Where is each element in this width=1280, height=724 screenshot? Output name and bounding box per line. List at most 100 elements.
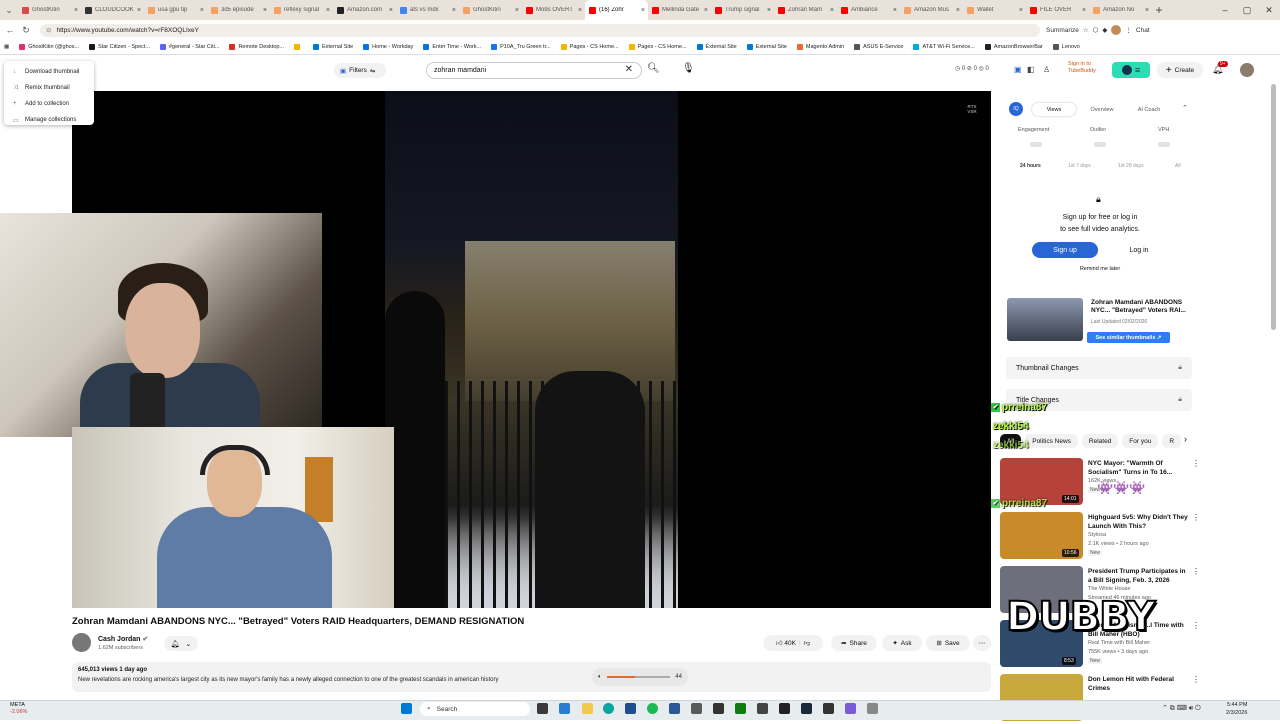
- browser-tab[interactable]: ats vs mdx ×: [396, 0, 459, 20]
- see-similar-thumbnails-button[interactable]: See similar thumbnails ↗: [1087, 332, 1170, 343]
- bookmark-item[interactable]: Remote Desktop...: [229, 44, 284, 50]
- thumbs-down-icon[interactable]: 👎︎: [804, 639, 811, 647]
- browser-tab[interactable]: FILE OVER ×: [1026, 0, 1089, 20]
- bookmark-item[interactable]: Star Citizen - Spect...: [89, 44, 150, 50]
- filters-button[interactable]: ▣ Filters ⇋: [334, 63, 386, 78]
- xbox-icon[interactable]: [735, 703, 746, 714]
- tab-close-icon[interactable]: ×: [200, 7, 204, 14]
- volume-slider[interactable]: [606, 676, 671, 678]
- browser-tab[interactable]: reflexy signal ×: [270, 0, 333, 20]
- browser-tab[interactable]: Amazon Mus ×: [900, 0, 963, 20]
- bookmark-item[interactable]: Pages - CS Home...: [628, 44, 687, 50]
- related-video-channel[interactable]: The White House: [1088, 586, 1131, 592]
- summarize-button[interactable]: Summarize: [1046, 27, 1079, 34]
- browser-tab[interactable]: Amazon No ×: [1089, 0, 1152, 20]
- bookmark-item[interactable]: ASUS E-Service: [854, 44, 903, 50]
- browser-tab[interactable]: Trump signal ×: [711, 0, 774, 20]
- bookmark-item[interactable]: Enter Time - Work...: [423, 44, 481, 50]
- site-info-icon[interactable]: ⊙: [46, 26, 51, 34]
- app-icon[interactable]: [757, 703, 768, 714]
- windows-start-icon[interactable]: [401, 703, 412, 714]
- tab-close-icon[interactable]: ×: [326, 7, 330, 14]
- bookmark-item[interactable]: AmazonBrowserBar: [984, 44, 1043, 50]
- bookmark-item[interactable]: #general - Star Citi...: [160, 44, 219, 50]
- app-icon[interactable]: [691, 703, 702, 714]
- bookmark-item[interactable]: [293, 44, 303, 50]
- trophy-icon[interactable]: ♙: [1043, 65, 1050, 74]
- bookmark-item[interactable]: External Site: [746, 44, 787, 50]
- notifications-icon[interactable]: 🔔︎ 9+: [1212, 61, 1228, 75]
- browser-tab[interactable]: GhostKitin ×: [459, 0, 522, 20]
- video-menu-icon[interactable]: ⋮: [1192, 567, 1200, 576]
- context-menu-item[interactable]: ⤨ Remix thumbnail: [4, 80, 94, 96]
- profile-icon[interactable]: [1111, 25, 1122, 35]
- browser-tab[interactable]: CLOUDCOOK ×: [81, 0, 144, 20]
- chevron-right-icon[interactable]: ›: [1184, 434, 1187, 444]
- refresh-icon[interactable]: ↻: [18, 25, 34, 36]
- tab-close-icon[interactable]: ×: [74, 7, 78, 14]
- range-24h[interactable]: 24 hours: [1020, 163, 1041, 169]
- task-view-icon[interactable]: [537, 703, 548, 714]
- related-video-item[interactable]: 10:56 Highguard 5v5: Why Didn't They Laun…: [1000, 512, 1200, 562]
- browser-tab[interactable]: Ambiance ×: [837, 0, 900, 20]
- tab-close-icon[interactable]: ×: [704, 7, 708, 14]
- range-7d[interactable]: 1st 7 days: [1068, 163, 1091, 169]
- app-icon[interactable]: [823, 703, 834, 714]
- tab-overview[interactable]: Overview: [1080, 103, 1124, 116]
- bookmark-item[interactable]: External Site: [696, 44, 737, 50]
- bookmark-item[interactable]: External Site: [312, 44, 353, 50]
- tab-close-icon[interactable]: ×: [263, 7, 267, 14]
- star-icon[interactable]: ☆: [1083, 26, 1089, 34]
- app-icon[interactable]: [779, 703, 790, 714]
- filter-chip[interactable]: R: [1162, 434, 1182, 448]
- video-menu-icon[interactable]: ⋮: [1192, 621, 1200, 630]
- related-video-title[interactable]: Don Lemon Hit with Federal Crimes: [1088, 675, 1188, 693]
- search-icon[interactable]: 🔍︎: [647, 63, 660, 74]
- share-button[interactable]: ➦ Share: [831, 635, 877, 651]
- steam-icon[interactable]: [801, 703, 812, 714]
- related-video-channel[interactable]: Stylosa: [1088, 532, 1106, 538]
- menu-dots-icon[interactable]: ⋮: [1125, 26, 1132, 34]
- remind-later-link[interactable]: Remind me later: [1010, 266, 1190, 272]
- related-video-channel[interactable]: Real Time with Bill Maher: [1088, 640, 1150, 646]
- bookmark-item[interactable]: Lenovo: [1052, 44, 1080, 50]
- video-menu-icon[interactable]: ⋮: [1192, 513, 1200, 522]
- minimize-icon[interactable]: –: [1214, 5, 1236, 15]
- browser-tab[interactable]: Mobs OVERT ×: [522, 0, 585, 20]
- volume-control[interactable]: 🔈︎ 44: [592, 668, 688, 686]
- bookmark-item[interactable]: AT&T Wi-Fi Service...: [913, 44, 975, 50]
- edge-icon[interactable]: [603, 703, 614, 714]
- browser-tab[interactable]: GhostKitin ×: [18, 0, 81, 20]
- address-bar[interactable]: ⊙ https://www.youtube.com/watch?v=rF8XOQ…: [40, 23, 1040, 37]
- filter-chip[interactable]: Politics News: [1025, 434, 1078, 448]
- ask-button[interactable]: ✦ Ask: [882, 635, 922, 651]
- context-menu-item[interactable]: + Add to collection: [4, 96, 94, 112]
- tab-close-icon[interactable]: ×: [137, 7, 141, 14]
- tubebuddy-signin-link[interactable]: Sign in to TubeBuddy: [1068, 61, 1108, 75]
- settings-icon[interactable]: [867, 703, 878, 714]
- clear-search-icon[interactable]: ✕: [625, 64, 633, 75]
- range-28d[interactable]: 1st 28 days: [1118, 163, 1144, 169]
- apps-icon[interactable]: ▦: [4, 44, 9, 50]
- login-button[interactable]: Log in: [1106, 242, 1172, 258]
- browser-tab[interactable]: usa gpu tip ×: [144, 0, 207, 20]
- vidiq-icon[interactable]: ▣: [1014, 65, 1022, 74]
- bookmark-item[interactable]: Magento Admin: [796, 44, 844, 50]
- bookmark-item[interactable]: Home - Workday: [363, 44, 413, 50]
- tubebuddy-button[interactable]: ≡: [1112, 62, 1150, 78]
- browser-tab[interactable]: (16) Zohr ×: [585, 0, 648, 20]
- filter-chip[interactable]: Related: [1081, 434, 1119, 448]
- thumbnail-changes-row[interactable]: Thumbnail Changes 🔒︎: [1006, 357, 1192, 379]
- extension-icon-2[interactable]: ◆: [1102, 26, 1107, 34]
- new-tab-button[interactable]: +: [1152, 3, 1166, 17]
- stock-ticker-widget[interactable]: META -2.06%: [10, 702, 27, 716]
- tab-close-icon[interactable]: ×: [1019, 7, 1023, 14]
- related-video-title[interactable]: President Trump Participates in a Bill S…: [1088, 567, 1188, 585]
- app-icon[interactable]: [559, 703, 570, 714]
- video-menu-icon[interactable]: ⋮: [1192, 675, 1200, 684]
- tab-close-icon[interactable]: ×: [830, 7, 834, 14]
- context-menu-item[interactable]: ▭ Manage collections: [4, 112, 94, 128]
- close-window-icon[interactable]: ✕: [1258, 5, 1280, 16]
- tab-search-icon[interactable]: ⌄: [0, 5, 18, 16]
- description-box[interactable]: 645,013 views 1 day ago New revelations …: [72, 662, 991, 692]
